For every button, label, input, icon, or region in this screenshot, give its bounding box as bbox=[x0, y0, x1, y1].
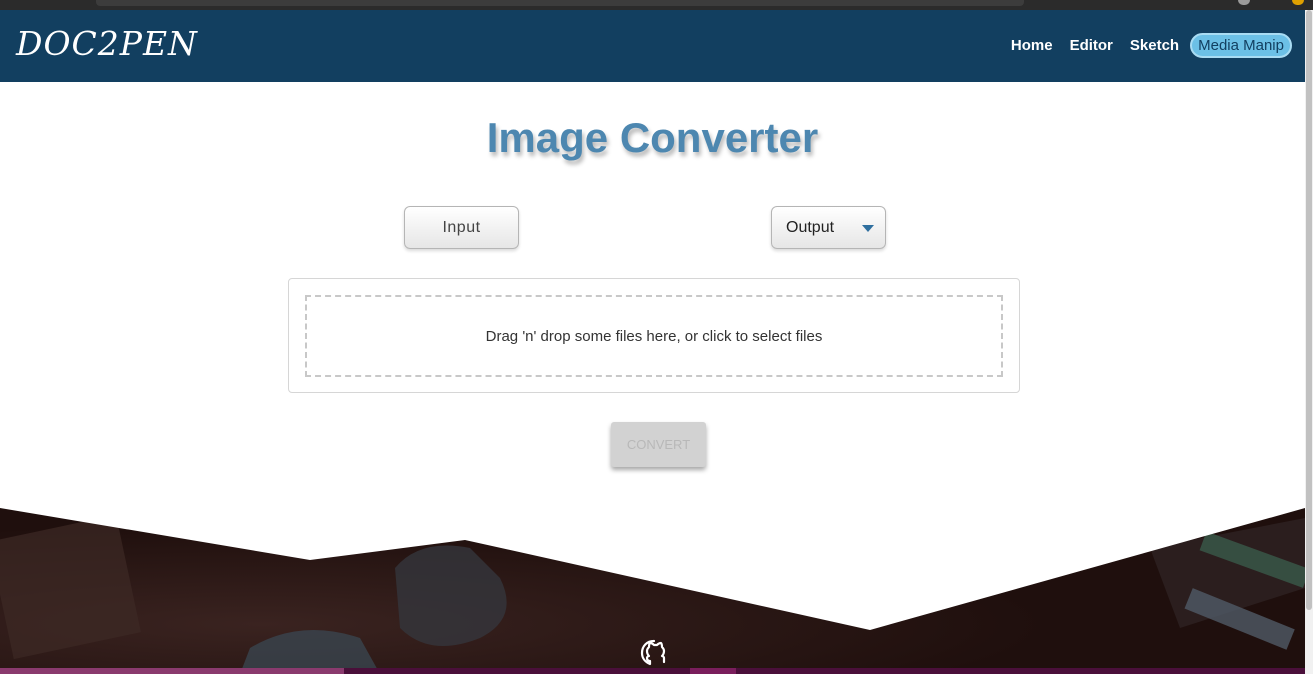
main-nav: Home Editor Sketch Media Manip bbox=[994, 33, 1292, 58]
bottom-bar-segment bbox=[690, 668, 736, 674]
browser-top-strip bbox=[0, 0, 1313, 10]
site-logo[interactable]: DOC2PEN bbox=[16, 24, 198, 63]
input-format-button[interactable]: Input bbox=[404, 206, 519, 249]
nav-editor[interactable]: Editor bbox=[1070, 34, 1113, 57]
bottom-color-bar bbox=[0, 668, 1305, 674]
nav-media-manip[interactable]: Media Manip bbox=[1190, 33, 1292, 58]
file-dropzone[interactable]: Drag 'n' drop some files here, or click … bbox=[305, 295, 1003, 377]
github-icon[interactable] bbox=[638, 638, 670, 670]
main-content: Image Converter Input Output Drag 'n' dr… bbox=[0, 82, 1305, 674]
scrollbar-thumb[interactable] bbox=[1306, 10, 1312, 610]
page-title: Image Converter bbox=[486, 114, 819, 161]
browser-profile-icon[interactable] bbox=[1238, 0, 1250, 5]
output-select-label: Output bbox=[786, 219, 835, 236]
dropzone-container: Drag 'n' drop some files here, or click … bbox=[288, 278, 1020, 393]
page-scrollbar[interactable] bbox=[1305, 10, 1313, 674]
output-format-select[interactable]: Output bbox=[771, 206, 886, 249]
nav-home[interactable]: Home bbox=[1011, 34, 1053, 57]
site-header: DOC2PEN Home Editor Sketch Media Manip bbox=[0, 10, 1305, 82]
browser-address-bar[interactable] bbox=[96, 0, 1024, 6]
nav-sketch[interactable]: Sketch bbox=[1130, 34, 1179, 57]
dropzone-text: Drag 'n' drop some files here, or click … bbox=[485, 327, 823, 345]
bottom-bar-segment bbox=[0, 668, 344, 674]
convert-button[interactable]: CONVERT bbox=[611, 422, 706, 467]
browser-extension-icon[interactable] bbox=[1292, 0, 1304, 5]
caret-down-icon bbox=[862, 225, 874, 232]
